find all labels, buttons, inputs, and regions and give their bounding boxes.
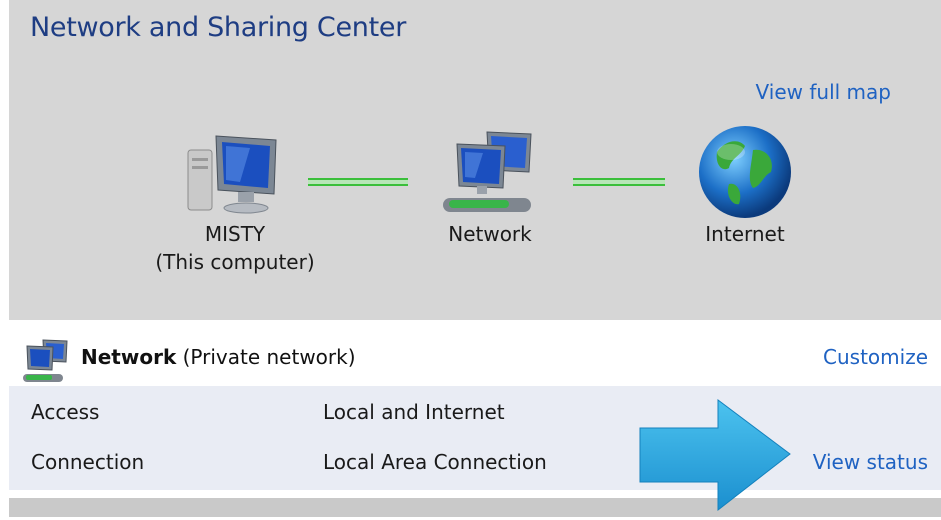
network-details: Network (Private network) Customize Acce… [9, 320, 941, 495]
computer-name: MISTY [204, 222, 266, 246]
globe-icon [695, 122, 795, 220]
property-row-access: Access Local and Internet [9, 396, 941, 436]
network-name: Network (Private network) [81, 345, 356, 369]
network-properties: Access Local and Internet Connection Loc… [9, 386, 941, 490]
connector-line [308, 178, 408, 186]
property-row-connection: Connection Local Area Connection View st… [9, 446, 941, 486]
page-title: Network and Sharing Center [30, 12, 407, 43]
network-header: Network (Private network) Customize [9, 336, 941, 384]
internet-node-name: Internet [705, 222, 785, 246]
callout-arrow-icon [638, 396, 798, 520]
computer-icon [180, 128, 290, 220]
customize-link[interactable]: Customize [823, 345, 928, 369]
property-label: Connection [31, 450, 145, 474]
network-node-name: Network [448, 222, 532, 246]
map-node-internet[interactable]: Internet [670, 122, 820, 248]
property-value: Local Area Connection [323, 450, 547, 474]
network-type: (Private network) [182, 345, 356, 369]
bottom-divider [9, 498, 941, 517]
computer-subtitle: (This computer) [155, 250, 315, 274]
connector-line [573, 178, 665, 186]
network-icon [21, 338, 73, 388]
property-value: Local and Internet [323, 400, 505, 424]
network-name-bold: Network [81, 345, 177, 369]
map-node-network[interactable]: Network [410, 128, 570, 248]
view-full-map-link[interactable]: View full map [756, 80, 891, 104]
property-label: Access [31, 400, 100, 424]
map-node-this-computer[interactable]: MISTY (This computer) [130, 128, 340, 276]
network-icon [435, 128, 545, 220]
view-status-link[interactable]: View status [813, 450, 928, 474]
